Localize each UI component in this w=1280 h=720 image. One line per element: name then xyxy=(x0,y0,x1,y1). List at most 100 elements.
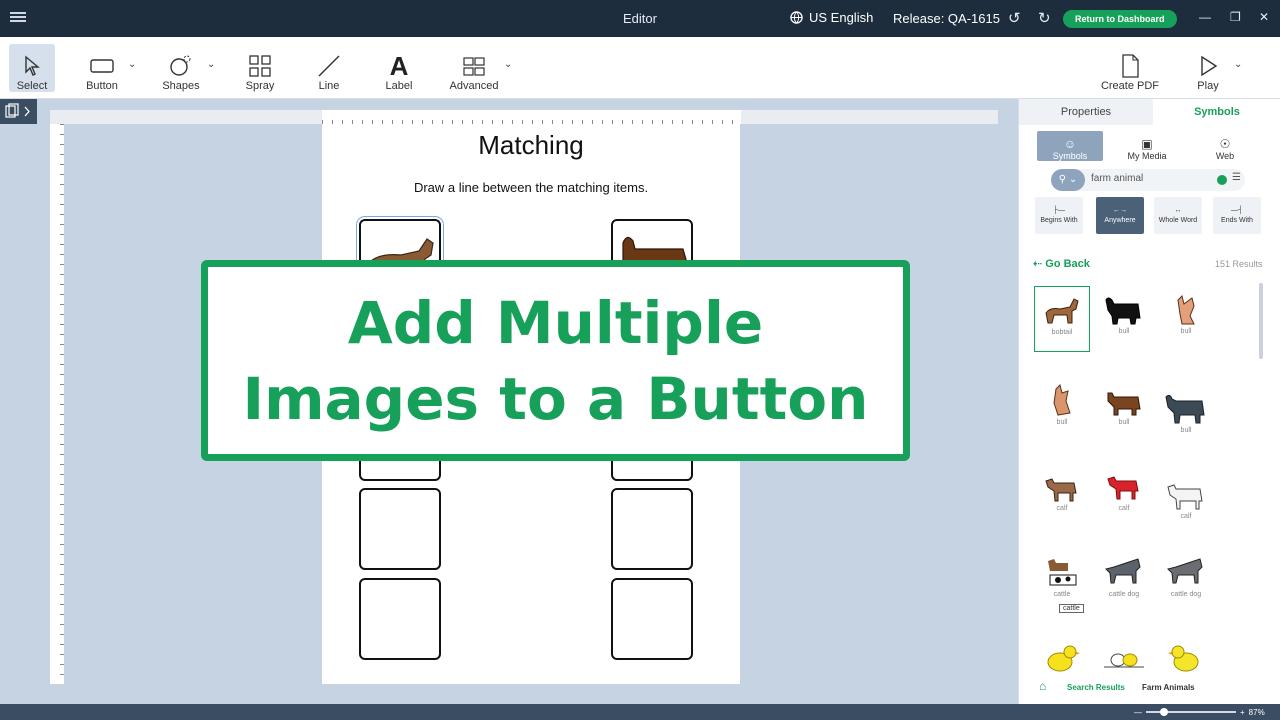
symbol-tile[interactable]: bull xyxy=(1158,286,1214,352)
chevron-down-icon[interactable]: ⌄ xyxy=(1234,59,1242,70)
go-back-label: Go Back xyxy=(1045,258,1090,270)
matching-button-right-4[interactable] xyxy=(611,488,693,570)
search-icon[interactable]: ⚲ ⌄ xyxy=(1051,169,1085,191)
symbol-tile[interactable]: bull xyxy=(1096,286,1152,352)
button-tool[interactable]: Button xyxy=(80,44,124,92)
symbol-search[interactable]: ⚲ ⌄ farm animal ☰ xyxy=(1051,169,1245,191)
return-to-dashboard-button[interactable]: Return to Dashboard xyxy=(1063,10,1177,28)
shapes-icon xyxy=(168,52,194,80)
hamburger-menu-icon[interactable] xyxy=(10,10,26,26)
zoom-in-icon[interactable]: + xyxy=(1240,708,1245,717)
symbol-tile[interactable]: bobtail xyxy=(1034,286,1090,352)
symbols-source-icon: ☺ xyxy=(1063,137,1077,151)
anywhere-icon: ←→ xyxy=(1113,207,1127,214)
redo-icon[interactable]: ↻ xyxy=(1038,9,1051,27)
pdf-icon xyxy=(1120,52,1140,80)
play-label: Play xyxy=(1197,80,1219,92)
globe-icon xyxy=(790,11,803,24)
symbol-tile[interactable]: cattle dog xyxy=(1158,549,1214,615)
mode-label: Anywhere xyxy=(1104,217,1136,224)
source-web-button[interactable]: ☉ Web xyxy=(1192,131,1258,161)
mode-anywhere[interactable]: ←→ Anywhere xyxy=(1096,197,1144,234)
symbol-tile[interactable]: bull xyxy=(1096,377,1152,443)
line-tool[interactable]: Line xyxy=(308,44,350,92)
chevron-down-icon[interactable]: ⌄ xyxy=(128,59,136,70)
globe-icon: ☉ xyxy=(1219,137,1231,151)
bull-symbol-image xyxy=(1107,392,1141,416)
create-pdf-button[interactable]: Create PDF xyxy=(1098,44,1162,92)
chevron-down-icon[interactable]: ⌄ xyxy=(504,59,512,70)
matching-button-right-5[interactable] xyxy=(611,578,693,660)
maximize-icon[interactable]: ❐ xyxy=(1230,10,1241,24)
symbol-label: bull xyxy=(1118,419,1130,426)
cattle-dog-symbol-image xyxy=(1105,558,1141,584)
cattle-symbol-image xyxy=(1048,559,1077,586)
undo-icon[interactable]: ↺ xyxy=(1008,9,1021,27)
mode-ends-with[interactable]: —┤ Ends With xyxy=(1213,197,1261,234)
create-pdf-label: Create PDF xyxy=(1100,80,1160,92)
banner-text: Add Multiple Images to a Button xyxy=(242,288,869,433)
tool-label: Shapes xyxy=(162,80,200,92)
breadcrumb-farm-animals[interactable]: Farm Animals xyxy=(1142,683,1195,692)
horizontal-ruler xyxy=(50,110,998,124)
advanced-tool[interactable]: Advanced xyxy=(446,44,502,92)
symbol-label: cattle dog xyxy=(1170,591,1202,598)
symbol-tooltip: cattle xyxy=(1059,604,1084,613)
symbol-tile[interactable]: bull xyxy=(1158,377,1214,457)
toolbar: Select Button ⌄ Shapes ⌄ Spray Line A La… xyxy=(0,37,1280,99)
matching-button-left-4[interactable] xyxy=(359,488,441,570)
horse-symbol-image xyxy=(1045,298,1079,324)
go-back-link[interactable]: ⇠ Go Back xyxy=(1033,257,1090,270)
chick-symbol-image xyxy=(1168,645,1199,672)
pages-panel-toggle[interactable] xyxy=(0,99,37,124)
symbol-tile[interactable]: calf xyxy=(1096,463,1152,529)
zoom-slider[interactable] xyxy=(1146,708,1236,716)
play-button[interactable]: Play xyxy=(1190,44,1226,92)
search-input[interactable]: farm animal xyxy=(1091,173,1143,184)
symbol-label: cattle dog xyxy=(1108,591,1140,598)
chevron-down-icon[interactable]: ⌄ xyxy=(207,59,215,70)
chicks-symbol-image xyxy=(1104,653,1144,668)
source-label: Symbols xyxy=(1052,151,1088,161)
symbol-tile[interactable]: bull xyxy=(1034,377,1090,443)
tutorial-banner: Add Multiple Images to a Button xyxy=(201,260,910,461)
panel-scrollbar[interactable] xyxy=(1259,283,1263,359)
play-icon xyxy=(1198,52,1218,80)
tool-label: Select xyxy=(16,80,48,92)
symbol-tile[interactable]: cattle dog xyxy=(1096,549,1152,615)
source-symbols-button[interactable]: ☺ Symbols xyxy=(1037,131,1103,161)
symbol-label: bull xyxy=(1118,328,1130,335)
image-icon: ▣ xyxy=(1141,137,1153,151)
calf-symbol-image xyxy=(1045,478,1077,502)
tool-label: Label xyxy=(385,80,413,92)
bull-symbol-image xyxy=(1165,394,1205,424)
breadcrumb-search-results[interactable]: Search Results xyxy=(1067,683,1125,692)
vertical-ruler xyxy=(50,124,64,684)
symbol-tile[interactable]: calf xyxy=(1034,463,1090,529)
zoom-out-icon[interactable]: — xyxy=(1134,708,1142,717)
source-my-media-button[interactable]: ▣ My Media xyxy=(1114,131,1180,161)
whole-word-icon: ↔ xyxy=(1174,207,1182,214)
matching-button-left-5[interactable] xyxy=(359,578,441,660)
tab-symbols[interactable]: Symbols xyxy=(1153,99,1280,125)
clear-search-icon[interactable] xyxy=(1217,175,1227,185)
select-tool[interactable]: Select xyxy=(9,44,55,92)
minimize-icon[interactable]: — xyxy=(1199,10,1211,24)
tab-properties[interactable]: Properties xyxy=(1019,99,1153,125)
language-selector[interactable]: US English xyxy=(790,10,873,25)
mode-whole-word[interactable]: ↔ Whole Word xyxy=(1154,197,1202,234)
close-icon[interactable]: ✕ xyxy=(1259,10,1269,24)
mode-begins-with[interactable]: ├— Begins With xyxy=(1035,197,1083,234)
mode-label: Whole Word xyxy=(1158,217,1198,224)
pages-icon xyxy=(5,103,30,118)
home-icon[interactable]: ⌂ xyxy=(1039,679,1046,693)
page-instruction[interactable]: Draw a line between the matching items. xyxy=(322,180,740,195)
spray-tool[interactable]: Spray xyxy=(238,44,282,92)
label-tool[interactable]: A Label xyxy=(378,44,420,93)
zoom-slider-handle[interactable] xyxy=(1160,708,1168,716)
shapes-tool[interactable]: Shapes xyxy=(158,44,204,92)
filter-icon[interactable]: ☰ xyxy=(1232,172,1241,183)
mode-label: Begins With xyxy=(1040,217,1078,224)
page-title[interactable]: Matching xyxy=(322,130,740,161)
symbol-tile[interactable]: calf xyxy=(1158,463,1214,543)
